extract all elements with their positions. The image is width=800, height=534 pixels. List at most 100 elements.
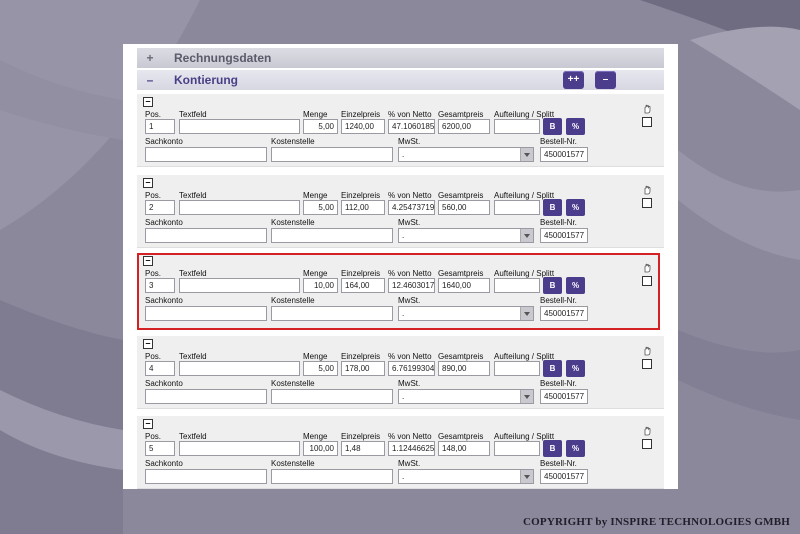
section-coding-header[interactable]: – Kontierung [137, 70, 664, 90]
textfeld-input[interactable] [179, 441, 300, 456]
row-select-checkbox[interactable] [642, 439, 652, 449]
aufteilung-input[interactable] [494, 441, 540, 456]
row-select-checkbox[interactable] [642, 198, 652, 208]
sachkonto-input[interactable] [145, 306, 267, 321]
percent-button[interactable]: % [566, 277, 585, 294]
gesamtpreis-input[interactable]: 6200,00 [438, 119, 490, 134]
chevron-down-icon[interactable] [520, 470, 533, 483]
kostenstelle-input[interactable] [271, 389, 393, 404]
b-button[interactable]: B [543, 360, 562, 377]
collapse-icon[interactable]: – [145, 73, 155, 87]
pos-input[interactable]: 2 [145, 200, 175, 215]
chevron-down-icon[interactable] [520, 307, 533, 320]
section-invoice-data-header[interactable]: + Rechnungsdaten [137, 48, 664, 68]
drag-hand-icon[interactable] [642, 263, 652, 273]
bestell-nr-label: Bestell-Nr. [540, 459, 577, 468]
von-netto-input[interactable]: 12.4603017 [388, 278, 435, 293]
kostenstelle-input[interactable] [271, 147, 393, 162]
drag-hand-icon[interactable] [642, 185, 652, 195]
mwst-select[interactable]: . [398, 306, 534, 321]
mwst-selected-value: . [402, 309, 405, 318]
aufteilung-input[interactable] [494, 119, 540, 134]
percent-button[interactable]: % [566, 199, 585, 216]
gesamtpreis-input[interactable]: 1640,00 [438, 278, 490, 293]
pos-input[interactable]: 1 [145, 119, 175, 134]
gesamtpreis-input[interactable]: 560,00 [438, 200, 490, 215]
mwst-label: MwSt. [398, 296, 421, 305]
collapse-row-icon[interactable]: – [143, 339, 153, 349]
row-select-checkbox[interactable] [642, 359, 652, 369]
menge-label: Menge [303, 191, 328, 200]
chevron-down-icon[interactable] [520, 390, 533, 403]
einzelpreis-input[interactable]: 1,48 [341, 441, 385, 456]
einzelpreis-input[interactable]: 1240,00 [341, 119, 385, 134]
collapse-row-icon[interactable]: – [143, 419, 153, 429]
percent-button[interactable]: % [566, 360, 585, 377]
von-netto-input[interactable]: 47.1060185 [388, 119, 435, 134]
bestell-nr-label: Bestell-Nr. [540, 296, 577, 305]
expand-icon[interactable]: + [145, 51, 155, 65]
bestell-nr-input[interactable]: 450001577 [540, 389, 588, 404]
textfeld-input[interactable] [179, 278, 300, 293]
sachkonto-input[interactable] [145, 228, 267, 243]
menge-input[interactable]: 5,00 [303, 361, 338, 376]
b-button[interactable]: B [543, 199, 562, 216]
pos-input[interactable]: 4 [145, 361, 175, 376]
mwst-select[interactable]: . [398, 228, 534, 243]
einzelpreis-input[interactable]: 112,00 [341, 200, 385, 215]
menge-input[interactable]: 5,00 [303, 200, 338, 215]
row-select-checkbox[interactable] [642, 276, 652, 286]
von-netto-input[interactable]: 6.76199304 [388, 361, 435, 376]
mwst-select[interactable]: . [398, 147, 534, 162]
collapse-row-icon[interactable]: – [143, 97, 153, 107]
percent-button[interactable]: % [566, 440, 585, 457]
drag-hand-icon[interactable] [642, 346, 652, 356]
textfeld-input[interactable] [179, 200, 300, 215]
kostenstelle-input[interactable] [271, 469, 393, 484]
remove-all-button[interactable]: – [595, 71, 616, 89]
gesamtpreis-input[interactable]: 890,00 [438, 361, 490, 376]
sachkonto-input[interactable] [145, 469, 267, 484]
section-title: Rechnungsdaten [174, 51, 272, 65]
sachkonto-input[interactable] [145, 389, 267, 404]
textfeld-input[interactable] [179, 119, 300, 134]
row-select-checkbox[interactable] [642, 117, 652, 127]
bestell-nr-input[interactable]: 450001577 [540, 306, 588, 321]
collapse-row-icon[interactable]: – [143, 256, 153, 266]
kostenstelle-input[interactable] [271, 306, 393, 321]
pos-input[interactable]: 3 [145, 278, 175, 293]
aufteilung-input[interactable] [494, 361, 540, 376]
kostenstelle-label: Kostenstelle [271, 296, 315, 305]
von-netto-input[interactable]: 4.25473719 [388, 200, 435, 215]
chevron-down-icon[interactable] [520, 229, 533, 242]
bestell-nr-input[interactable]: 450001577 [540, 228, 588, 243]
textfeld-input[interactable] [179, 361, 300, 376]
bestell-nr-input[interactable]: 450001577 [540, 469, 588, 484]
b-button[interactable]: B [543, 440, 562, 457]
aufteilung-input[interactable] [494, 278, 540, 293]
von-netto-input[interactable]: 1.12446625 [388, 441, 435, 456]
b-button[interactable]: B [543, 118, 562, 135]
section-title: Kontierung [174, 73, 238, 87]
sachkonto-input[interactable] [145, 147, 267, 162]
menge-input[interactable]: 5,00 [303, 119, 338, 134]
gesamtpreis-input[interactable]: 148,00 [438, 441, 490, 456]
percent-button[interactable]: % [566, 118, 585, 135]
einzelpreis-input[interactable]: 178,00 [341, 361, 385, 376]
pos-input[interactable]: 5 [145, 441, 175, 456]
add-all-button[interactable]: ++ [563, 71, 584, 89]
bestell-nr-input[interactable]: 450001577 [540, 147, 588, 162]
einzelpreis-input[interactable]: 164,00 [341, 278, 385, 293]
chevron-down-icon[interactable] [520, 148, 533, 161]
menge-input[interactable]: 10,00 [303, 278, 338, 293]
mwst-select[interactable]: . [398, 469, 534, 484]
mwst-select[interactable]: . [398, 389, 534, 404]
aufteilung-input[interactable] [494, 200, 540, 215]
b-button[interactable]: B [543, 277, 562, 294]
collapse-row-icon[interactable]: – [143, 178, 153, 188]
drag-hand-icon[interactable] [642, 426, 652, 436]
drag-hand-icon[interactable] [642, 104, 652, 114]
menge-input[interactable]: 100,00 [303, 441, 338, 456]
textfeld-label: Textfeld [179, 352, 207, 361]
kostenstelle-input[interactable] [271, 228, 393, 243]
